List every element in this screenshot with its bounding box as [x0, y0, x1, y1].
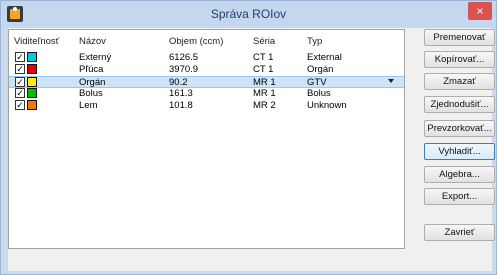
cell-type: Bolus — [307, 88, 331, 99]
cell-volume: 101.8 — [169, 100, 193, 111]
color-swatch[interactable] — [27, 88, 37, 98]
export-button[interactable]: Export... — [424, 188, 495, 205]
color-swatch[interactable] — [27, 77, 37, 87]
table-row[interactable]: ✓ Bolus 161.3 MR 1 Bolus — [9, 88, 404, 99]
cell-volume: 161.3 — [169, 88, 193, 99]
copy-button[interactable]: Kopírovať... — [424, 51, 495, 68]
color-swatch[interactable] — [27, 64, 37, 74]
column-header-volume[interactable]: Objem (ccm) — [169, 35, 223, 49]
title-bar[interactable]: Správa ROIov × — [1, 1, 496, 27]
visibility-checkbox[interactable]: ✓ — [15, 64, 25, 74]
close-window-button[interactable]: × — [468, 2, 492, 20]
table-row[interactable]: ✓ Orgán 90.2 MR 1 GTV — [9, 76, 404, 88]
cell-series: CT 1 — [253, 64, 274, 75]
visibility-checkbox[interactable]: ✓ — [15, 88, 25, 98]
table-row[interactable]: ✓ Externý 6126.5 CT 1 External — [9, 52, 404, 63]
window-title: Správa ROIov — [210, 7, 287, 21]
algebra-button[interactable]: Algebra... — [424, 166, 495, 183]
table-row[interactable]: ✓ Pľúca 3970.9 CT 1 Orgán — [9, 64, 404, 75]
cell-type: Unknown — [307, 100, 347, 111]
close-button[interactable]: Zavrieť — [424, 224, 495, 241]
cell-series: CT 1 — [253, 52, 274, 63]
cell-type: GTV — [307, 77, 327, 88]
cell-series: MR 2 — [253, 100, 276, 111]
column-header-type[interactable]: Typ — [307, 35, 322, 49]
rename-button[interactable]: Premenovať — [424, 29, 495, 46]
roi-manager-window: Správa ROIov × Viditeľnosť Názov Objem (… — [0, 0, 497, 275]
roi-table: Viditeľnosť Názov Objem (ccm) Séria Typ … — [8, 29, 405, 249]
cell-name: Lem — [79, 100, 98, 111]
simplify-button[interactable]: Zjednodušiť... — [424, 96, 495, 113]
cell-series: MR 1 — [253, 88, 276, 99]
table-row[interactable]: ✓ Lem 101.8 MR 2 Unknown — [9, 100, 404, 111]
cell-volume: 3970.9 — [169, 64, 199, 75]
cell-series: MR 1 — [253, 77, 276, 88]
visibility-checkbox[interactable]: ✓ — [15, 77, 25, 87]
column-header-series[interactable]: Séria — [253, 35, 275, 49]
column-header-name[interactable]: Názov — [79, 35, 106, 49]
delete-button[interactable]: Zmazať — [424, 73, 495, 90]
cell-name: Orgán — [79, 77, 106, 88]
visibility-checkbox[interactable]: ✓ — [15, 100, 25, 110]
column-header-visibility[interactable]: Viditeľnosť — [14, 35, 59, 49]
color-swatch[interactable] — [27, 52, 37, 62]
cell-type: Orgán — [307, 64, 334, 75]
dialog-body: Viditeľnosť Názov Objem (ccm) Séria Typ … — [8, 28, 495, 271]
cell-type: External — [307, 52, 342, 63]
color-swatch[interactable] — [27, 100, 37, 110]
smooth-button[interactable]: Vyhladiť... — [424, 143, 495, 160]
cell-volume: 90.2 — [169, 77, 188, 88]
cell-name: Externý — [79, 52, 112, 63]
resample-button[interactable]: Prevzorkovať... — [424, 120, 495, 137]
cell-volume: 6126.5 — [169, 52, 199, 63]
cell-name: Pľúca — [79, 64, 104, 75]
cell-name: Bolus — [79, 88, 103, 99]
table-header: Viditeľnosť Názov Objem (ccm) Séria Typ — [9, 35, 404, 49]
type-dropdown-arrow-icon[interactable] — [388, 79, 394, 83]
visibility-checkbox[interactable]: ✓ — [15, 52, 25, 62]
